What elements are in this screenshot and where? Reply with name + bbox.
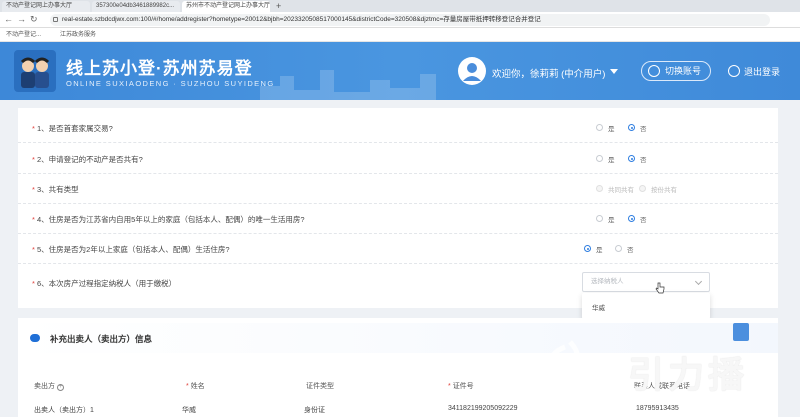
table-header: 证件类型: [306, 383, 334, 390]
radio-shares: [639, 185, 646, 192]
browser-tab-active[interactable]: 苏州市不动产登记网上办事大厅: [182, 1, 270, 12]
radio-yes[interactable]: [596, 155, 603, 162]
reload-icon[interactable]: ↻: [30, 14, 38, 25]
table-header: * 姓名: [186, 383, 205, 390]
bookmark-item[interactable]: 江苏政务服务: [60, 28, 96, 42]
forward-icon[interactable]: →: [17, 14, 26, 24]
option-label: 是: [596, 247, 603, 254]
toggle-icon[interactable]: [30, 334, 40, 342]
option-label: 否: [627, 247, 634, 254]
question-label: * 2、申请登记的不动产是否共有?: [32, 155, 143, 164]
browser-tab[interactable]: 357300e04db3461889982c...: [92, 1, 180, 12]
question-row: * 5、住房是否为2年以上家庭（包括本人、配偶）生活住房? 是 否: [18, 234, 778, 264]
option-label: 按份共有: [651, 187, 677, 194]
user-menu-caret-icon[interactable]: [610, 69, 618, 74]
power-icon: [728, 65, 740, 77]
bookmarks-bar: 不动产登记... 江苏政务服务: [0, 28, 800, 42]
app-title: 线上苏小登·苏州苏易登: [66, 59, 253, 78]
question-row: * 2、申请登记的不动产是否共有? 是 否: [18, 144, 778, 174]
radio-yes[interactable]: [596, 124, 603, 131]
radio-no[interactable]: [628, 215, 635, 222]
skyline-decoration: [260, 70, 436, 100]
bookmark-item[interactable]: 不动产登记...: [6, 28, 41, 42]
table-cell[interactable]: 341182199205092229: [448, 405, 518, 412]
question-label: * 3、共有类型: [32, 185, 79, 194]
table-cell[interactable]: 身份证: [304, 405, 325, 415]
table-cell: 出卖人（卖出方）1: [34, 407, 94, 414]
option-label: 是: [608, 157, 615, 164]
option-label: 共同共有: [608, 187, 634, 194]
user-avatar[interactable]: [458, 57, 486, 85]
section-title: 补充出卖人（卖出方）信息: [50, 334, 153, 344]
address-bar-row: ← → ↻ real-estate.szbdcdjwx.com:100/#/ho…: [0, 12, 800, 28]
welcome-text: 欢迎你，徐莉莉 (中介用户): [492, 69, 606, 80]
url-input[interactable]: real-estate.szbdcdjwx.com:100/#/home/add…: [50, 14, 770, 26]
question-row: * 3、共有类型 共同共有 按份共有: [18, 174, 778, 204]
option-label: 否: [640, 126, 647, 133]
table-header: * 证件号: [448, 383, 474, 390]
app-subtitle: ONLINE SUXIAODENG · SUZHOU SUYIDENG: [66, 79, 275, 88]
option-label: 是: [608, 217, 615, 224]
app-logo: [14, 50, 56, 92]
add-seller-icon[interactable]: +: [57, 384, 64, 391]
dropdown-option[interactable]: 华威: [592, 302, 605, 312]
radio-yes[interactable]: [584, 245, 591, 252]
hand-cursor-icon: [655, 282, 665, 294]
option-label: 否: [640, 157, 647, 164]
radio-no[interactable]: [628, 155, 635, 162]
question-label: * 5、住房是否为2年以上家庭（包括本人、配偶）生活住房?: [32, 245, 230, 254]
table-header: 卖出方 +: [34, 383, 64, 391]
lock-icon: [53, 17, 58, 22]
watermark-text: 引力播: [628, 354, 749, 395]
browser-tab[interactable]: 不动产登记网上办事大厅: [2, 1, 90, 12]
table-cell[interactable]: 华威: [182, 405, 196, 415]
back-icon[interactable]: ←: [4, 14, 13, 24]
radio-no[interactable]: [628, 124, 635, 131]
option-label: 否: [640, 217, 647, 224]
taxpayer-dropdown: 华威: [582, 293, 710, 319]
radio-no[interactable]: [615, 245, 622, 252]
taxpayer-select[interactable]: 选择纳税人: [582, 272, 710, 292]
question-label: * 1、是否首套家属交易?: [32, 124, 113, 133]
radio-yes[interactable]: [596, 215, 603, 222]
question-label: * 4、住房是否为江苏省内自用5年以上的家庭（包括本人、配偶）的唯一生活用房?: [32, 215, 305, 224]
radio-joint: [596, 185, 603, 192]
question-label: * 6、本次房产过程指定纳税人（用于缴税）: [32, 279, 177, 288]
browser-tabbar: 不动产登记网上办事大厅 357300e04db3461889982c... 苏州…: [0, 0, 800, 12]
logout-button[interactable]: 退出登录: [744, 65, 780, 78]
question-row: * 1、是否首套家属交易? 是 否: [18, 113, 778, 143]
new-tab-plus-icon[interactable]: +: [276, 1, 281, 12]
switch-account-button[interactable]: 切换账号: [641, 61, 711, 81]
question-row: * 4、住房是否为江苏省内自用5年以上的家庭（包括本人、配偶）的唯一生活用房? …: [18, 204, 778, 234]
option-label: 是: [608, 126, 615, 133]
